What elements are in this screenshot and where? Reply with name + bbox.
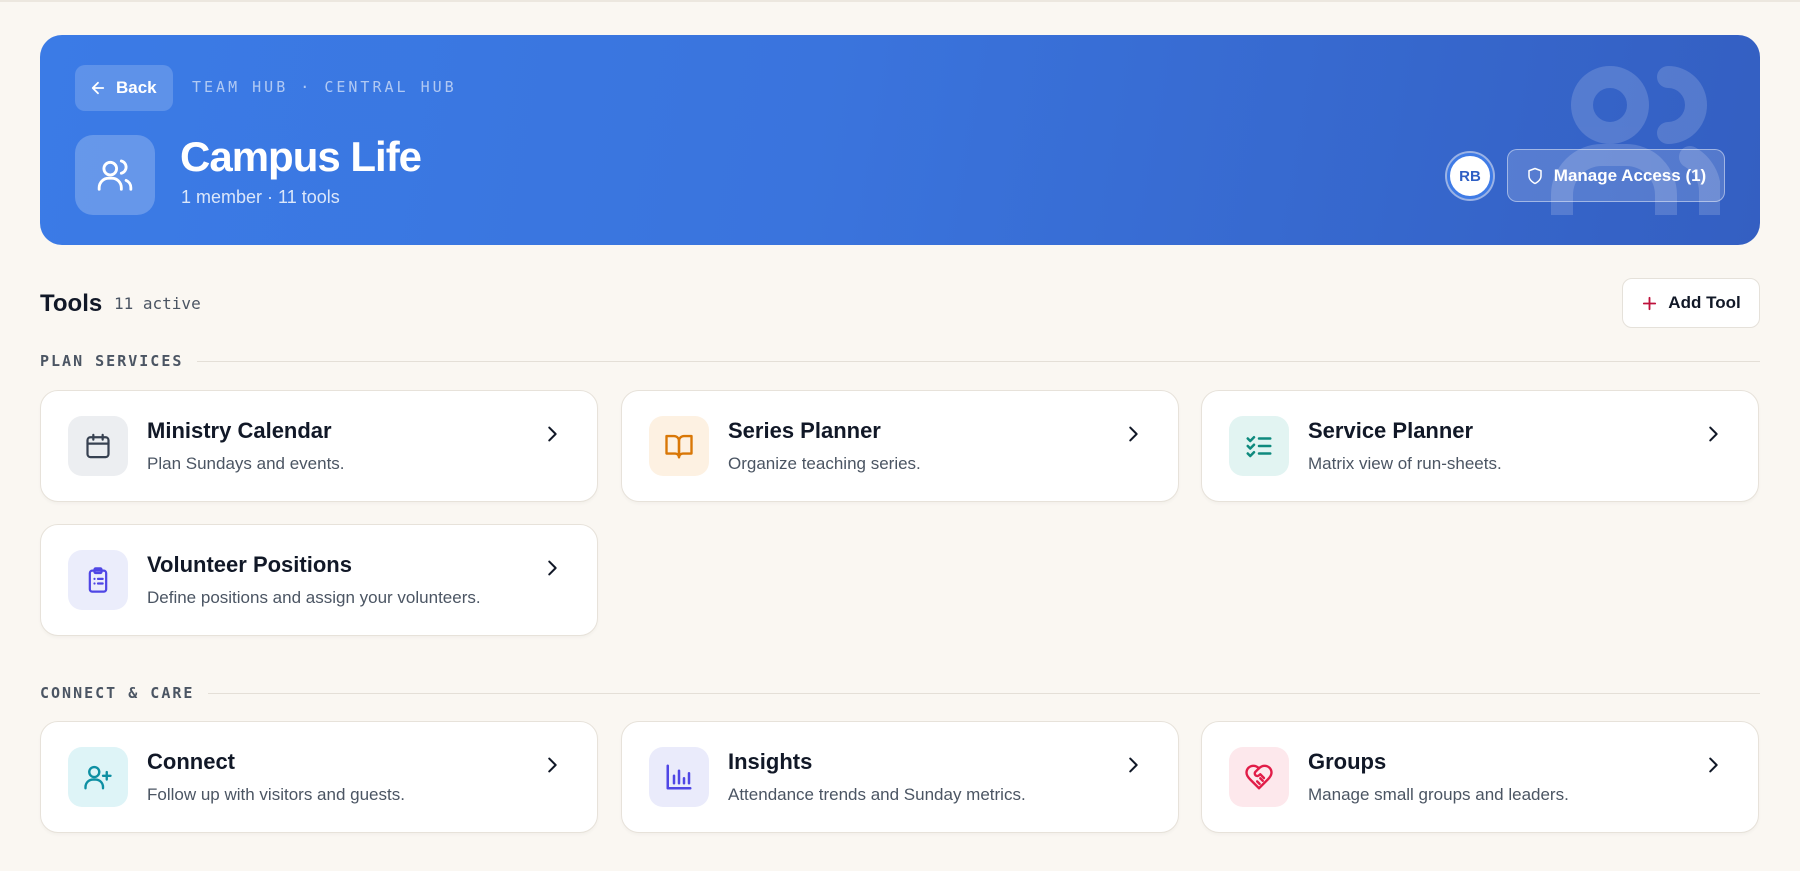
tool-card-series-planner[interactable]: Series Planner Organize teaching series.	[621, 390, 1179, 502]
tool-description: Matrix view of run-sheets.	[1308, 454, 1502, 473]
tool-icon-tile	[1229, 416, 1289, 476]
section-divider	[197, 360, 1760, 362]
heart-handshake-icon	[1245, 764, 1273, 790]
tool-description: Attendance trends and Sunday metrics.	[728, 785, 1026, 804]
back-label: Back	[116, 78, 157, 97]
tool-title: Volunteer Positions	[147, 552, 352, 577]
tool-title: Groups	[1308, 749, 1387, 774]
tool-description: Manage small groups and leaders.	[1308, 785, 1569, 804]
team-meta: 1 member · 11 tools	[181, 187, 340, 207]
chevron-right-icon	[548, 560, 557, 576]
team-avatar	[75, 135, 155, 215]
tool-icon-tile	[68, 550, 128, 610]
chevron-right-icon	[1129, 757, 1138, 773]
section-label: PLAN SERVICES	[40, 352, 184, 370]
tool-description: Plan Sundays and events.	[147, 454, 345, 473]
chevron-right-icon	[548, 426, 557, 442]
chevron-right-icon	[1129, 426, 1138, 442]
manage-access-button[interactable]: Manage Access (1)	[1507, 149, 1725, 202]
user-plus-icon	[84, 765, 112, 790]
book-icon	[665, 434, 693, 459]
tool-icon-tile	[1229, 747, 1289, 807]
clipboard-icon	[88, 567, 108, 593]
tool-icon-tile	[68, 747, 128, 807]
tool-icon-tile	[68, 416, 128, 476]
tool-card-volunteer-positions[interactable]: Volunteer Positions Define positions and…	[40, 524, 598, 636]
tool-description: Follow up with visitors and guests.	[147, 785, 405, 804]
shield-icon	[1528, 167, 1542, 184]
chevron-right-icon	[1709, 757, 1718, 773]
add-tool-label: Add Tool	[1668, 293, 1741, 312]
section-label: CONNECT & CARE	[40, 684, 195, 702]
chevron-right-icon	[548, 757, 557, 773]
tool-icon-tile	[649, 747, 709, 807]
checklist-icon	[1246, 436, 1272, 458]
add-tool-button[interactable]: Add Tool	[1622, 278, 1760, 328]
back-button[interactable]: Back	[75, 65, 173, 111]
tool-title: Connect	[147, 749, 235, 774]
plus-icon	[1643, 296, 1657, 310]
tools-heading: Tools	[40, 290, 103, 317]
tool-icon-tile	[649, 416, 709, 476]
section-header-plan-services: PLAN SERVICES	[40, 351, 1760, 371]
member-avatar[interactable]: RB	[1447, 153, 1493, 199]
tool-title: Service Planner	[1308, 418, 1474, 443]
team-header-banner: Back TEAM HUB · CENTRAL HUB Campus Life …	[40, 35, 1760, 245]
arrow-left-icon	[91, 81, 105, 95]
users-icon	[97, 159, 133, 191]
tool-card-service-planner[interactable]: Service Planner Matrix view of run-sheet…	[1201, 390, 1759, 502]
tool-description: Define positions and assign your volunte…	[147, 588, 481, 607]
tool-card-ministry-calendar[interactable]: Ministry Calendar Plan Sundays and event…	[40, 390, 598, 502]
breadcrumb: TEAM HUB · CENTRAL HUB	[192, 78, 457, 96]
page-title: Campus Life	[180, 133, 422, 180]
tool-title: Insights	[728, 749, 813, 774]
section-header-connect-care: CONNECT & CARE	[40, 683, 1760, 703]
tool-title: Ministry Calendar	[147, 418, 332, 443]
calendar-icon	[86, 433, 110, 459]
tool-description: Organize teaching series.	[728, 454, 921, 473]
top-divider	[0, 0, 1800, 2]
manage-access-label: Manage Access (1)	[1553, 165, 1707, 185]
chevron-right-icon	[1709, 426, 1718, 442]
tool-card-groups[interactable]: Groups Manage small groups and leaders.	[1201, 721, 1759, 833]
tools-count: 11 active	[114, 294, 201, 313]
tool-card-insights[interactable]: Insights Attendance trends and Sunday me…	[621, 721, 1179, 833]
tool-card-connect[interactable]: Connect Follow up with visitors and gues…	[40, 721, 598, 833]
section-divider	[208, 692, 1760, 694]
bar-chart-icon	[666, 764, 692, 790]
tool-title: Series Planner	[728, 418, 881, 443]
